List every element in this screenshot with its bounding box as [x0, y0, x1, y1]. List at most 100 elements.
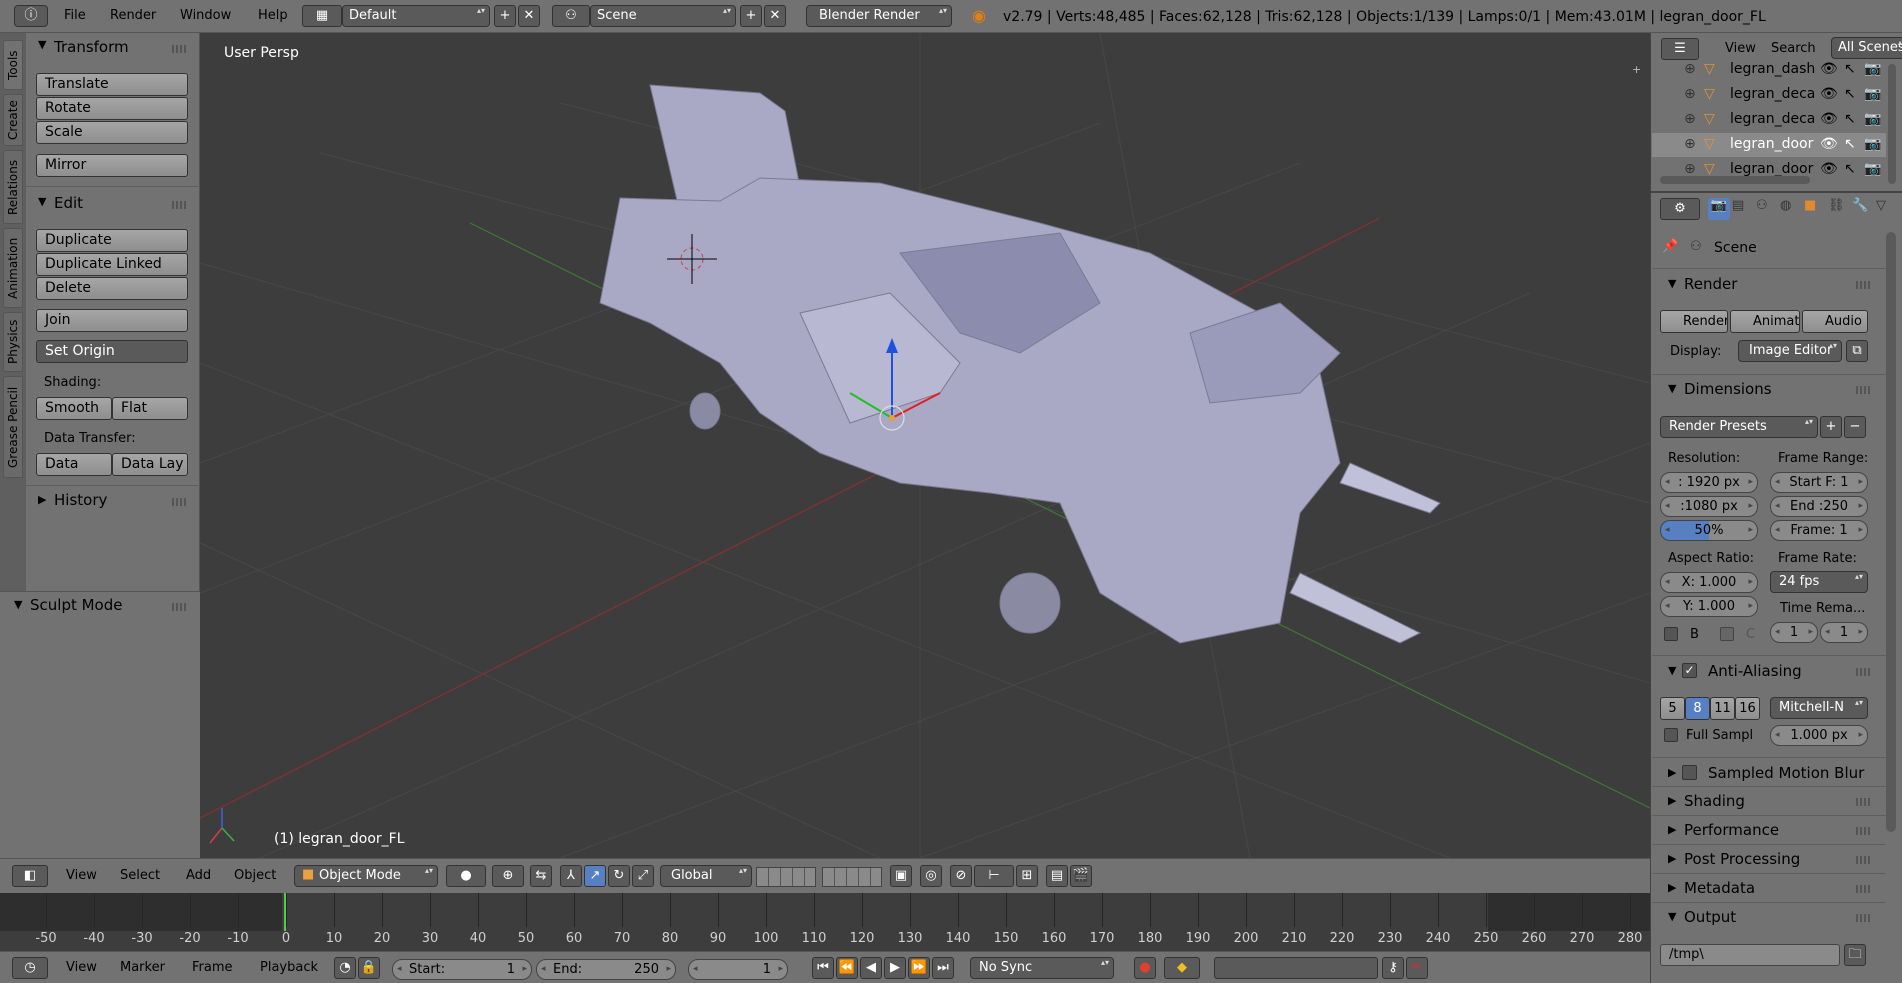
visibility-eye-icon[interactable]: 👁: [1820, 58, 1838, 80]
viewport-menu-object[interactable]: Object: [228, 866, 282, 888]
lock-layers-icon[interactable]: ▣: [890, 865, 912, 887]
shading-section-header[interactable]: ▶ Shading: [1660, 788, 1876, 814]
render-still-icon[interactable]: ▤: [1046, 865, 1068, 887]
lock-range-icon[interactable]: 🔒: [358, 957, 380, 979]
snap-element-icon[interactable]: ⊢: [974, 865, 1014, 887]
post-processing-grip-icon[interactable]: [1856, 856, 1872, 864]
add-scene-icon[interactable]: +: [740, 5, 762, 27]
aa-samples-button[interactable]: 11: [1710, 697, 1735, 720]
jump-start-icon[interactable]: ⏮: [812, 957, 834, 979]
scale-button[interactable]: Scale: [36, 121, 188, 144]
menu-render[interactable]: Render: [104, 6, 162, 28]
selectable-cursor-icon[interactable]: ↖: [1844, 158, 1856, 180]
visibility-eye-icon[interactable]: 👁: [1820, 133, 1838, 155]
editor-type-properties-icon[interactable]: ⚙: [1660, 198, 1700, 220]
duplicate-linked-button[interactable]: Duplicate Linked: [36, 253, 188, 276]
output-path-field[interactable]: /tmp\: [1660, 944, 1840, 966]
tab-tools[interactable]: Tools: [3, 40, 23, 90]
output-section-header[interactable]: ▼ Output: [1660, 904, 1876, 930]
frame-step-field[interactable]: Frame: 1: [1770, 520, 1868, 541]
viewport-shading-icon[interactable]: ●: [446, 865, 486, 887]
render-animation-button[interactable]: Animat: [1730, 310, 1800, 333]
timeline-menu-view[interactable]: View: [60, 958, 103, 980]
screen-layout-icon[interactable]: ▦: [302, 5, 342, 27]
visibility-eye-icon[interactable]: 👁: [1820, 158, 1838, 180]
mirror-button[interactable]: Mirror: [36, 154, 188, 177]
editor-type-timeline-icon[interactable]: ◷: [12, 957, 48, 979]
scene-name-field[interactable]: Scene: [590, 5, 736, 27]
render-tab-icon[interactable]: 📷: [1708, 198, 1730, 220]
properties-scrollbar[interactable]: [1886, 232, 1896, 832]
time-remap-new-field[interactable]: 1: [1820, 622, 1868, 643]
jump-end-icon[interactable]: ⏭: [932, 957, 954, 979]
timeline-menu-playback[interactable]: Playback: [254, 958, 324, 980]
layers-group-2[interactable]: [822, 867, 882, 887]
history-panel-title[interactable]: History: [54, 491, 107, 509]
rotate-button[interactable]: Rotate: [36, 97, 188, 120]
outliner-row[interactable]: ⊕ ▽ legran_dash 👁 ↖ 📷: [1652, 58, 1886, 82]
object-tab-icon[interactable]: ■: [1804, 198, 1816, 213]
sync-mode-dropdown[interactable]: No Sync: [970, 957, 1114, 979]
viewport-menu-select[interactable]: Select: [114, 866, 166, 888]
aa-samples-button[interactable]: 16: [1735, 697, 1760, 720]
metadata-grip-icon[interactable]: [1856, 885, 1872, 893]
tab-animation[interactable]: Animation: [3, 228, 23, 308]
add-layout-icon[interactable]: +: [494, 5, 516, 27]
history-grip-icon[interactable]: [172, 498, 188, 506]
set-origin-dropdown[interactable]: Set Origin: [36, 340, 188, 363]
remove-preset-icon[interactable]: −: [1844, 416, 1866, 438]
edit-grip-icon[interactable]: [172, 201, 188, 209]
display-dropdown[interactable]: Image Editor: [1738, 340, 1842, 362]
outliner-row[interactable]: ⊕ ▽ legran_deca 👁 ↖ 📷: [1652, 83, 1886, 107]
resolution-y-field[interactable]: :1080 px: [1660, 496, 1758, 517]
aa-enable-checkbox[interactable]: ✓: [1682, 663, 1697, 678]
data-button[interactable]: Data: [36, 453, 112, 476]
aa-samples-button[interactable]: 8: [1685, 697, 1710, 720]
keying-icon[interactable]: ◆: [1164, 957, 1200, 979]
delete-button[interactable]: Delete: [36, 277, 188, 300]
renderable-camera-icon[interactable]: 📷: [1864, 158, 1881, 180]
transform-orientation-dropdown[interactable]: Global: [660, 865, 752, 887]
region-toggle-icon[interactable]: +: [1632, 63, 1641, 76]
render-audio-button[interactable]: Audio: [1802, 310, 1868, 333]
start-frame-prop-field[interactable]: Start F: 1: [1770, 472, 1868, 493]
record-icon[interactable]: ●: [1134, 957, 1156, 979]
resolution-percent-field[interactable]: 50%: [1660, 520, 1758, 541]
metadata-section-header[interactable]: ▶ Metadata: [1660, 875, 1876, 901]
insert-keyframe-icon[interactable]: ⚷: [1382, 957, 1404, 979]
join-button[interactable]: Join: [36, 309, 188, 332]
play-icon[interactable]: ▶: [884, 957, 906, 979]
outliner-scrollbar[interactable]: [1888, 64, 1896, 184]
selectable-cursor-icon[interactable]: ↖: [1844, 133, 1856, 155]
modifiers-tab-icon[interactable]: 🔧: [1852, 198, 1868, 213]
motion-blur-checkbox[interactable]: [1682, 765, 1697, 780]
outliner-row[interactable]: ⊕ ▽ legran_deca 👁 ↖ 📷: [1652, 108, 1886, 132]
output-grip-icon[interactable]: [1856, 914, 1872, 922]
delete-keyframe-icon[interactable]: ✂: [1406, 957, 1428, 979]
timeline-menu-marker[interactable]: Marker: [114, 958, 171, 980]
smooth-button[interactable]: Smooth: [36, 397, 112, 420]
3d-viewport[interactable]: User Persp (1) legran_door_FL +: [200, 33, 1650, 858]
editor-type-3d-icon[interactable]: ◧: [12, 865, 48, 887]
selectable-cursor-icon[interactable]: ↖: [1844, 108, 1856, 130]
end-frame-field[interactable]: End: 250: [536, 959, 676, 980]
proportional-edit-icon[interactable]: ◎: [920, 865, 942, 887]
editor-type-outliner-icon[interactable]: ☰: [1661, 38, 1699, 60]
data-lay-button[interactable]: Data Lay: [112, 453, 188, 476]
shading-grip-icon[interactable]: [1856, 798, 1872, 806]
transform-panel-title[interactable]: Transform: [54, 38, 129, 56]
render-image-button[interactable]: Render: [1660, 310, 1728, 333]
menu-help[interactable]: Help: [252, 6, 294, 28]
tab-physics[interactable]: Physics: [3, 312, 23, 372]
performance-section-header[interactable]: ▶ Performance: [1660, 817, 1876, 843]
interaction-mode-dropdown[interactable]: Object Mode: [294, 865, 438, 887]
scene-icon[interactable]: ⚇: [552, 5, 590, 27]
transform-grip-icon[interactable]: [172, 45, 188, 53]
preview-range-icon[interactable]: ◔: [334, 957, 356, 979]
aspect-y-field[interactable]: Y: 1.000: [1660, 596, 1758, 617]
flat-button[interactable]: Flat: [112, 397, 188, 420]
render-grip-icon[interactable]: [1856, 281, 1872, 289]
selectable-cursor-icon[interactable]: ↖: [1844, 58, 1856, 80]
resolution-x-field[interactable]: : 1920 px: [1660, 472, 1758, 493]
snap-target-icon[interactable]: ⊞: [1016, 865, 1038, 887]
